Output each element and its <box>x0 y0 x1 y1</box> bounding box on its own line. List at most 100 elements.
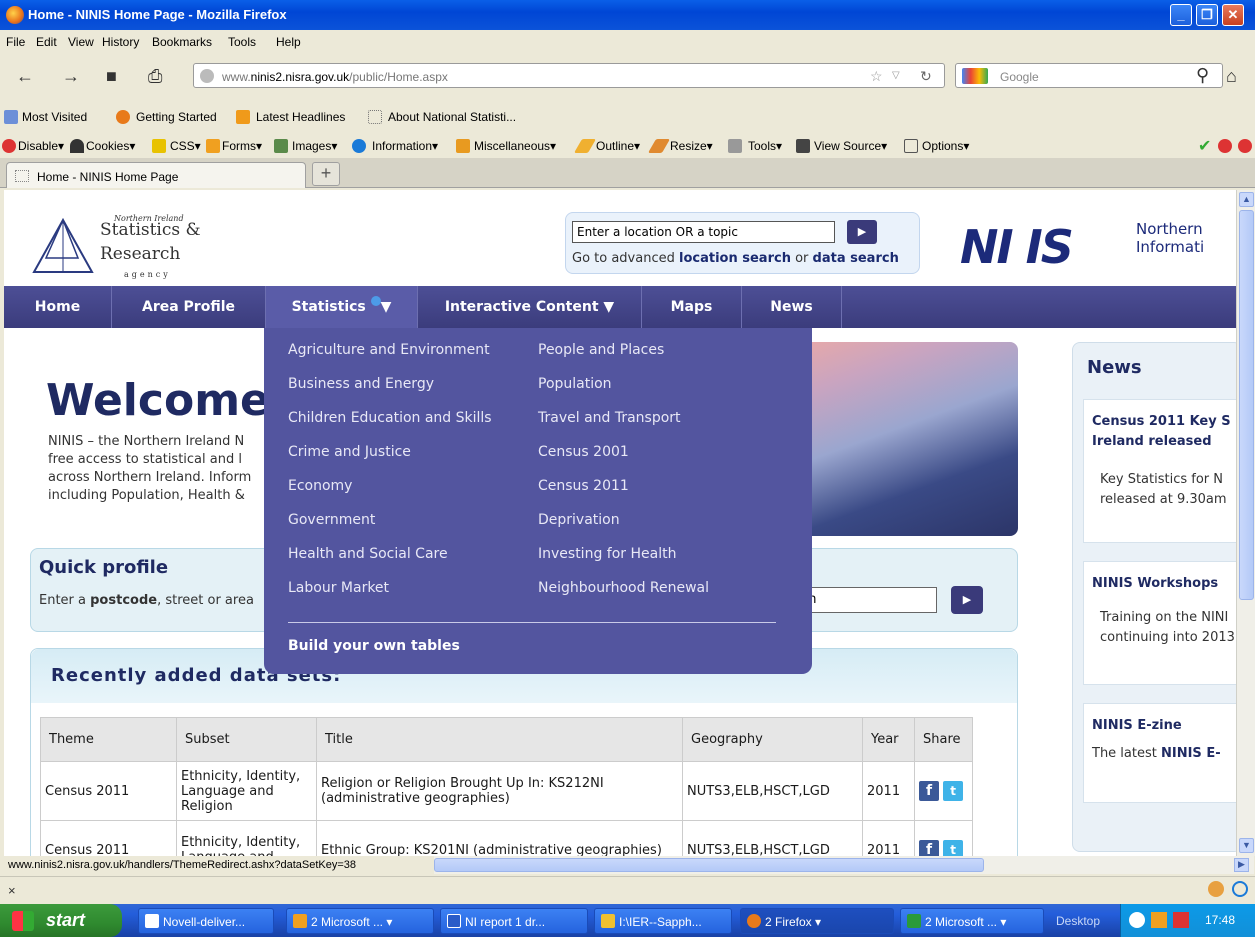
menu-government[interactable]: Government <box>288 512 375 528</box>
menu-edit[interactable]: Edit <box>36 35 57 49</box>
taskbar-firefox[interactable]: 2 Firefox ▾ <box>740 908 894 934</box>
menu-investing-for-health[interactable]: Investing for Health <box>538 546 676 562</box>
menu-help[interactable]: Help <box>276 35 301 49</box>
dev-images[interactable]: Images▾ <box>292 139 337 153</box>
addon-icon[interactable] <box>1208 881 1224 897</box>
checkmark-icon[interactable]: ✔ <box>1198 136 1212 155</box>
menu-business-energy[interactable]: Business and Energy <box>288 376 434 392</box>
dev-outline[interactable]: Outline▾ <box>596 139 640 153</box>
quick-profile-input[interactable]: rch <box>791 587 937 613</box>
back-icon[interactable]: ← <box>16 66 34 87</box>
news-item[interactable]: Census 2011 Key S Ireland released Key St… <box>1083 399 1236 543</box>
search-go-button[interactable]: ▶ <box>847 220 877 244</box>
taskbar-novell[interactable]: Novell-deliver... <box>138 908 274 934</box>
minimize-button[interactable]: _ <box>1170 4 1192 26</box>
dev-disable[interactable]: Disable▾ <box>18 139 64 153</box>
facebook-icon[interactable]: f <box>919 840 939 856</box>
dev-css[interactable]: CSS▾ <box>170 139 201 153</box>
horizontal-scrollbar[interactable]: ▶ <box>434 856 1254 874</box>
menu-labour-market[interactable]: Labour Market <box>288 580 389 596</box>
dev-miscellaneous[interactable]: Miscellaneous▾ <box>474 139 556 153</box>
twitter-icon[interactable]: t <box>943 781 964 801</box>
menu-deprivation[interactable]: Deprivation <box>538 512 620 528</box>
taskbar-excel[interactable]: 2 Microsoft ... ▾ <box>900 908 1044 934</box>
menu-history[interactable]: History <box>102 35 139 49</box>
bookmark-getting-started[interactable]: Getting Started <box>136 110 217 124</box>
menu-crime-justice[interactable]: Crime and Justice <box>288 444 411 460</box>
dev-information[interactable]: Information▾ <box>372 139 438 153</box>
menu-file[interactable]: File <box>6 35 25 49</box>
menu-neighbourhood-renewal[interactable]: Neighbourhood Renewal <box>538 580 709 596</box>
dev-view-source[interactable]: View Source▾ <box>814 139 887 153</box>
data-search-link[interactable]: data search <box>813 251 899 266</box>
antivirus-icon[interactable] <box>1173 912 1189 928</box>
menu-bookmarks[interactable]: Bookmarks <box>152 35 212 49</box>
search-icon[interactable]: ⚲ <box>1196 65 1209 86</box>
home-icon[interactable]: ⌂ <box>1226 66 1237 87</box>
bookmark-about-national-statistics[interactable]: About National Statisti... <box>388 110 516 124</box>
scroll-up-arrow-icon[interactable]: ▲ <box>1239 192 1254 207</box>
search-bar[interactable]: Google <box>955 63 1223 88</box>
nav-statistics[interactable]: Statistics ▼ <box>266 286 418 328</box>
cell-title-link[interactable]: Ethnic Group: KS201NI (administrative ge… <box>316 820 683 856</box>
nav-interactive-content[interactable]: Interactive Content ▼ <box>418 286 642 328</box>
vertical-scrollbar[interactable]: ▲ ▼ <box>1236 190 1255 856</box>
new-tab-button[interactable]: + <box>312 162 340 186</box>
restore-button[interactable]: ❐ <box>1196 4 1218 26</box>
menu-census-2011[interactable]: Census 2011 <box>538 478 629 494</box>
bookmark-most-visited[interactable]: Most Visited <box>22 110 87 124</box>
scroll-thumb[interactable] <box>1239 210 1254 600</box>
error-icon[interactable] <box>1218 139 1232 153</box>
start-button[interactable]: start <box>0 904 122 937</box>
location-search-link[interactable]: location search <box>679 251 791 266</box>
news-item-headline[interactable]: Census 2011 Key S Ireland released <box>1092 412 1231 452</box>
menu-economy[interactable]: Economy <box>288 478 352 494</box>
nisra-logo[interactable]: Northern Ireland Statistics & Research a… <box>32 214 232 280</box>
quick-profile-go-button[interactable]: ▶ <box>951 586 983 614</box>
menu-children-education-skills[interactable]: Children Education and Skills <box>288 410 492 426</box>
menu-census-2001[interactable]: Census 2001 <box>538 444 629 460</box>
build-your-own-tables-link[interactable]: Build your own tables <box>288 638 460 654</box>
news-item-headline[interactable]: NINIS E-zine <box>1092 716 1182 736</box>
news-item-headline[interactable]: NINIS Workshops <box>1092 574 1218 594</box>
desktop-toolbar[interactable]: Desktop <box>1056 914 1100 928</box>
scroll-right-arrow-icon[interactable]: ▶ <box>1234 858 1249 872</box>
menu-health-social-care[interactable]: Health and Social Care <box>288 546 448 562</box>
forward-icon[interactable]: → <box>62 66 80 87</box>
scroll-thumb[interactable] <box>434 858 984 872</box>
outlook-tray-icon[interactable] <box>1151 912 1167 928</box>
scroll-down-arrow-icon[interactable]: ▼ <box>1239 838 1254 853</box>
tab-home[interactable]: Home - NINIS Home Page <box>6 162 306 188</box>
facebook-icon[interactable]: f <box>919 781 939 801</box>
menu-agriculture-environment[interactable]: Agriculture and Environment <box>288 342 490 358</box>
dev-options[interactable]: Options▾ <box>922 139 969 153</box>
bookmark-star-icon[interactable]: ☆ <box>870 68 883 85</box>
nav-area-profile[interactable]: Area Profile <box>112 286 266 328</box>
menu-tools[interactable]: Tools <box>228 35 256 49</box>
menu-population[interactable]: Population <box>538 376 612 392</box>
nav-news[interactable]: News <box>742 286 842 328</box>
taskbar-explorer[interactable]: I:\IER--Sapph... <box>594 908 732 934</box>
taskbar-outlook[interactable]: 2 Microsoft ... ▾ <box>286 908 434 934</box>
dev-forms[interactable]: Forms▾ <box>222 139 262 153</box>
chevron-down-icon[interactable]: ▽ <box>892 70 900 81</box>
nav-home[interactable]: Home <box>4 286 112 328</box>
dev-cookies[interactable]: Cookies▾ <box>86 139 135 153</box>
error-icon-2[interactable] <box>1238 139 1252 153</box>
ninis-logo[interactable]: NI IS <box>960 220 1074 274</box>
reload-icon[interactable]: ↻ <box>920 68 932 85</box>
url-bar[interactable]: www.ninis2.nisra.gov.uk/public/Home.aspx… <box>193 63 945 88</box>
close-icon[interactable]: × <box>8 883 16 898</box>
dev-tools[interactable]: Tools▾ <box>748 139 782 153</box>
menu-view[interactable]: View <box>68 35 94 49</box>
news-item[interactable]: NINIS Workshops Training on the NINI cont… <box>1083 561 1236 685</box>
search-icon[interactable] <box>1232 881 1248 897</box>
close-button[interactable]: ✕ <box>1222 4 1244 26</box>
nav-maps[interactable]: Maps <box>642 286 742 328</box>
menu-travel-transport[interactable]: Travel and Transport <box>538 410 681 426</box>
print-icon[interactable]: ⎙ <box>148 66 162 87</box>
twitter-icon[interactable]: t <box>943 840 964 856</box>
menu-people-places[interactable]: People and Places <box>538 342 664 358</box>
taskbar-word[interactable]: NI report 1 dr... <box>440 908 588 934</box>
location-topic-input[interactable]: Enter a location OR a topic <box>572 221 835 243</box>
